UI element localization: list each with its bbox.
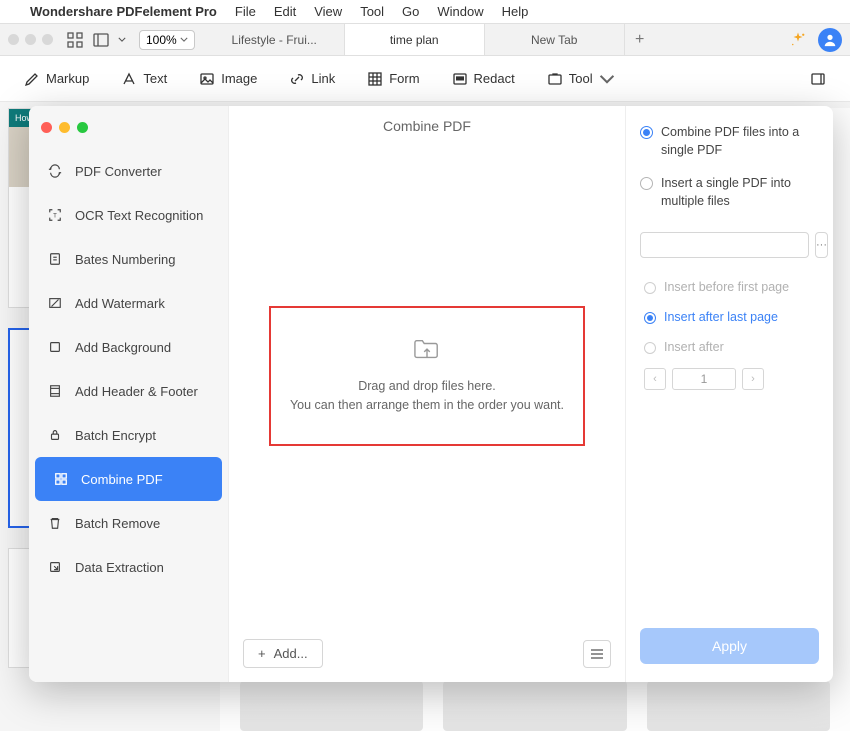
ribbon-markup[interactable]: Markup xyxy=(24,71,89,87)
bates-icon xyxy=(47,251,63,267)
background-icon xyxy=(47,339,63,355)
nav-header-footer[interactable]: Add Header & Footer xyxy=(29,369,228,413)
ribbon-image[interactable]: Image xyxy=(199,71,257,87)
svg-text:T: T xyxy=(53,213,57,220)
browse-button[interactable]: ··· xyxy=(815,232,828,258)
dialog-center-footer: + Add... xyxy=(243,639,611,668)
radio-icon xyxy=(644,342,656,354)
grid-view-icon[interactable] xyxy=(65,30,85,50)
list-options-button[interactable] xyxy=(583,640,611,668)
combine-pdf-dialog: PDF Converter T OCR Text Recognition Bat… xyxy=(29,106,833,682)
radio-icon xyxy=(644,312,656,324)
menu-tool[interactable]: Tool xyxy=(360,4,384,19)
ocr-icon: T xyxy=(47,207,63,223)
tab-time-plan[interactable]: time plan xyxy=(345,24,485,55)
ribbon-link[interactable]: Link xyxy=(289,71,335,87)
maximize-icon[interactable] xyxy=(77,122,88,133)
encrypt-icon xyxy=(47,427,63,443)
page-number-input[interactable] xyxy=(672,368,736,390)
dialog-title: Combine PDF xyxy=(229,106,625,146)
tool-ribbon: Markup Text Image Link Form Redact Tool xyxy=(0,56,850,102)
menu-edit[interactable]: Edit xyxy=(274,4,296,19)
option-combine[interactable]: Combine PDF files into a single PDF xyxy=(640,124,819,159)
page-stepper: ‹ › xyxy=(644,368,819,390)
add-files-button[interactable]: + Add... xyxy=(243,639,323,668)
add-tab-button[interactable]: + xyxy=(625,24,655,55)
nav-batch-remove[interactable]: Batch Remove xyxy=(29,501,228,545)
insert-file-input[interactable] xyxy=(640,232,809,258)
minimize-icon[interactable] xyxy=(59,122,70,133)
combine-icon xyxy=(53,471,69,487)
sparkle-icon[interactable] xyxy=(786,28,810,52)
mac-menubar: Wondershare PDFelement Pro File Edit Vie… xyxy=(0,0,850,24)
watermark-icon xyxy=(47,295,63,311)
dropzone-text: Drag and drop files here. You can then a… xyxy=(290,377,564,415)
option-insert[interactable]: Insert a single PDF into multiple files xyxy=(640,175,819,210)
dialog-options-panel: Combine PDF files into a single PDF Inse… xyxy=(625,106,833,682)
user-avatar[interactable] xyxy=(818,28,842,52)
dialog-traffic-lights xyxy=(29,114,228,149)
apply-button[interactable]: Apply xyxy=(640,628,819,664)
ribbon-tool[interactable]: Tool xyxy=(547,71,615,87)
sub-option-before-first[interactable]: Insert before first page xyxy=(644,280,819,294)
radio-unchecked-icon xyxy=(640,177,653,190)
view-controls xyxy=(65,30,127,50)
remove-icon xyxy=(47,515,63,531)
chevron-down-icon[interactable] xyxy=(117,30,127,50)
menu-window[interactable]: Window xyxy=(437,4,483,19)
nav-batch-encrypt[interactable]: Batch Encrypt xyxy=(29,413,228,457)
ribbon-text[interactable]: Text xyxy=(121,71,167,87)
radio-checked-icon xyxy=(640,126,653,139)
menu-help[interactable]: Help xyxy=(502,4,529,19)
sub-option-after-last[interactable]: Insert after last page xyxy=(644,310,819,324)
ribbon-redact[interactable]: Redact xyxy=(452,71,515,87)
headerfooter-icon xyxy=(47,383,63,399)
window-topbar: 100% Lifestyle - Frui... time plan New T… xyxy=(0,24,850,56)
nav-pdf-converter[interactable]: PDF Converter xyxy=(29,149,228,193)
nav-combine-pdf[interactable]: Combine PDF xyxy=(35,457,222,501)
menu-view[interactable]: View xyxy=(314,4,342,19)
sidebar-toggle-icon[interactable] xyxy=(91,30,111,50)
tab-new[interactable]: New Tab xyxy=(485,24,625,55)
sub-option-after-page[interactable]: Insert after xyxy=(644,340,819,354)
plus-icon: + xyxy=(258,646,266,661)
window-traffic-lights[interactable] xyxy=(8,34,53,45)
dialog-center: Combine PDF Drag and drop files here. Yo… xyxy=(229,106,625,682)
converter-icon xyxy=(47,163,63,179)
dialog-sidebar: PDF Converter T OCR Text Recognition Bat… xyxy=(29,106,229,682)
nav-data-extraction[interactable]: Data Extraction xyxy=(29,545,228,589)
radio-icon xyxy=(644,282,656,294)
zoom-selector[interactable]: 100% xyxy=(139,30,195,50)
menu-go[interactable]: Go xyxy=(402,4,419,19)
ribbon-form[interactable]: Form xyxy=(367,71,419,87)
menu-file[interactable]: File xyxy=(235,4,256,19)
file-dropzone[interactable]: Drag and drop files here. You can then a… xyxy=(269,306,585,446)
insert-file-field: ··· xyxy=(640,232,819,258)
ribbon-panel-icon[interactable] xyxy=(810,71,826,87)
app-name[interactable]: Wondershare PDFelement Pro xyxy=(30,4,217,19)
close-icon[interactable] xyxy=(41,122,52,133)
extract-icon xyxy=(47,559,63,575)
nav-bates[interactable]: Bates Numbering xyxy=(29,237,228,281)
nav-ocr[interactable]: T OCR Text Recognition xyxy=(29,193,228,237)
document-tabs: Lifestyle - Frui... time plan New Tab + xyxy=(205,24,778,55)
nav-background[interactable]: Add Background xyxy=(29,325,228,369)
zoom-value: 100% xyxy=(146,33,177,47)
folder-upload-icon xyxy=(412,337,442,363)
tab-lifestyle[interactable]: Lifestyle - Frui... xyxy=(205,24,345,55)
nav-watermark[interactable]: Add Watermark xyxy=(29,281,228,325)
page-prev-button[interactable]: ‹ xyxy=(644,368,666,390)
page-next-button[interactable]: › xyxy=(742,368,764,390)
